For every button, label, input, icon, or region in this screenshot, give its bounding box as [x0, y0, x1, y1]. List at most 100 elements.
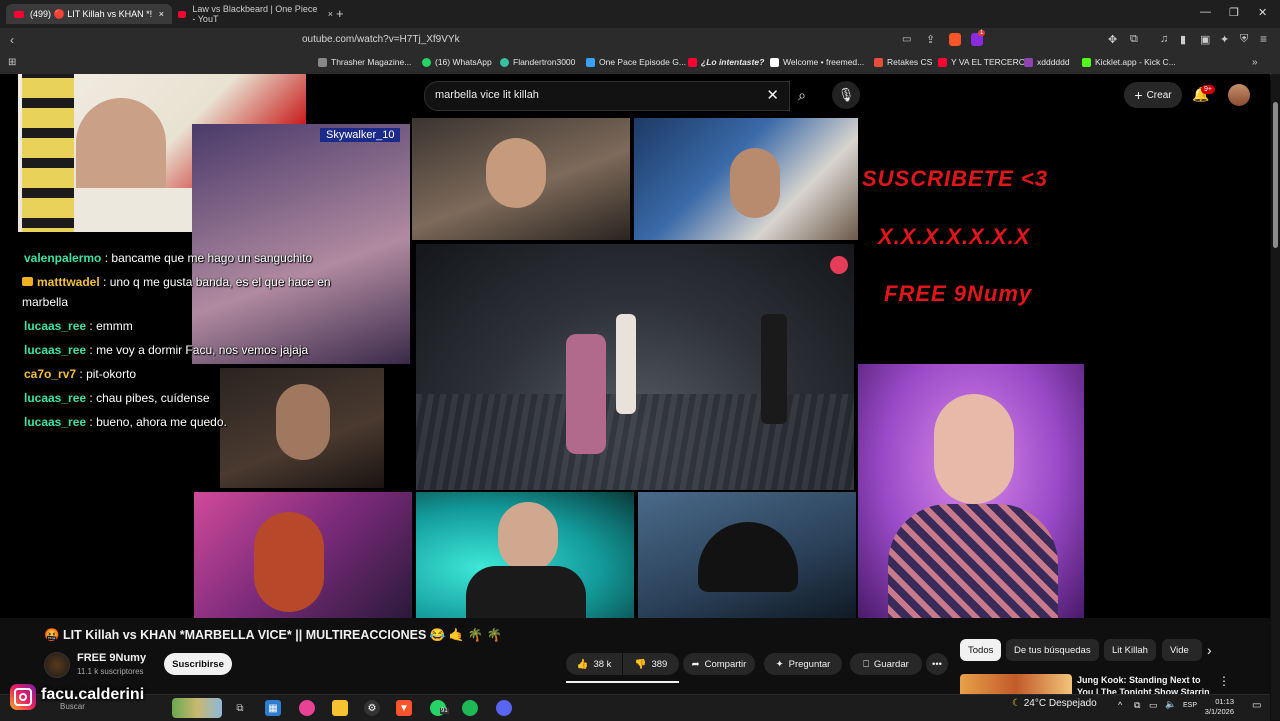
chat-message: lucaas_ree : bueno, ahora me quedo.	[24, 415, 227, 429]
ask-button[interactable]: ✦ Preguntar	[764, 653, 842, 675]
create-button[interactable]: + Crear	[1124, 82, 1182, 108]
bookmark-item[interactable]: Kicklet.app - Kick C...	[1082, 57, 1176, 67]
reactor-cam	[220, 368, 384, 488]
more-icon: •••	[932, 658, 942, 670]
channel-name[interactable]: FREE 9Numy	[77, 652, 146, 664]
reactor-cam: Skywalker_10	[192, 124, 410, 364]
dislike-button[interactable]: 👎 389	[623, 653, 679, 675]
chip-videos[interactable]: Vide	[1162, 639, 1202, 661]
language-indicator[interactable]: ESP	[1183, 702, 1197, 709]
subscriber-badge-icon	[22, 277, 33, 286]
notification-badge: 9+	[1201, 85, 1215, 94]
subscribe-button[interactable]: Suscribirse	[164, 653, 232, 675]
more-actions-button[interactable]: •••	[926, 653, 948, 675]
close-tab-icon[interactable]: ×	[328, 9, 333, 19]
ai-icon[interactable]: ✦	[1220, 33, 1229, 46]
taskbar-widget-image[interactable]	[172, 698, 222, 718]
chevron-right-icon[interactable]: ›	[1207, 642, 1212, 658]
network-icon[interactable]: ▭	[1149, 700, 1158, 711]
chip-lit-killah[interactable]: Lit Killah	[1104, 639, 1156, 661]
shirt-shape	[888, 504, 1058, 618]
screenshot-icon[interactable]: ⧉	[1130, 33, 1138, 46]
share-button[interactable]: ➦ Compartir	[683, 653, 755, 675]
hair-shape	[254, 512, 324, 612]
search-icon[interactable]: ⌕	[788, 81, 816, 109]
tab-inactive[interactable]: Law vs Blackbeard | One Piece - YouT ×	[170, 4, 341, 24]
search-input[interactable]: marbella vice lit killah	[435, 89, 539, 101]
chip-from-searches[interactable]: De tus búsquedas	[1006, 639, 1099, 661]
spotify-icon[interactable]	[462, 700, 478, 716]
bookmark-item[interactable]: Retakes CS	[874, 57, 932, 67]
youtube-icon	[688, 57, 697, 67]
bookmark-item[interactable]: Flandertron3000	[500, 57, 575, 67]
channel-avatar[interactable]	[44, 652, 70, 678]
discord-icon[interactable]	[496, 700, 512, 716]
logo-icon	[830, 256, 848, 274]
new-tab-icon[interactable]: +	[336, 6, 344, 21]
puzzle-icon[interactable]: ✥	[1108, 33, 1117, 46]
bookmark-item[interactable]: (16) WhatsApp	[422, 57, 492, 67]
more-vert-icon[interactable]: ⋮	[1218, 674, 1230, 688]
microphone-icon[interactable]: 🎙	[832, 81, 860, 109]
video-player[interactable]: Skywalker_10 SUSCRIBETE <3 X.X.X.X.X.X.X…	[0, 74, 1270, 618]
steam-icon[interactable]: ⚙	[364, 700, 380, 716]
whatsapp-icon	[422, 57, 431, 67]
cast-icon[interactable]: ▭	[902, 34, 911, 45]
wallet-icon[interactable]: ▣	[1200, 33, 1210, 46]
bookmark-icon	[500, 57, 509, 67]
character-shape	[761, 314, 787, 424]
vpn-icon[interactable]: ⛨	[1240, 33, 1248, 46]
like-button[interactable]: 👍 38 k	[566, 653, 622, 675]
app-icon[interactable]	[299, 700, 315, 716]
back-icon[interactable]: ‹	[10, 33, 14, 47]
weather-widget[interactable]: ☾ 24°C Despejado	[1012, 698, 1097, 709]
store-icon[interactable]: ▦	[265, 700, 281, 716]
menu-icon[interactable]: ≡	[1260, 32, 1267, 46]
brave-shield-icon[interactable]	[949, 33, 961, 46]
chip-all[interactable]: Todos	[960, 639, 1002, 661]
chat-message: lucaas_ree : chau pibes, cuídense	[24, 391, 210, 405]
address-bar: ‹ outube.com/watch?v=H7Tj_Xf9VYk ▭ ⇪ 1 ✥…	[0, 28, 1280, 54]
close-tab-icon[interactable]: ×	[159, 9, 164, 19]
bookmark-item[interactable]: One Pace Episode G...	[586, 57, 686, 67]
brave-icon[interactable]: ▼	[396, 700, 412, 716]
overlay-text: SUSCRIBETE <3	[862, 166, 1048, 191]
tray-app-icon[interactable]: ⧉	[1134, 700, 1140, 711]
face-shape	[498, 502, 558, 572]
url-field[interactable]: outube.com/watch?v=H7Tj_Xf9VYk	[302, 34, 460, 45]
clear-search-icon[interactable]: ✕	[766, 86, 779, 104]
close-window-icon[interactable]: ✕	[1258, 6, 1267, 19]
tray-chevron-icon[interactable]: ^	[1118, 700, 1122, 710]
minimize-icon[interactable]: —	[1200, 6, 1211, 18]
bookmark-item[interactable]: Thrasher Magazine...	[318, 57, 411, 67]
tab-title: Law vs Blackbeard | One Piece - YouT	[192, 4, 318, 24]
sparkle-icon: ✦	[775, 658, 784, 670]
bookmark-item[interactable]: ¿Lo intentaste?	[688, 57, 764, 67]
media-icon[interactable]: ♫	[1160, 33, 1168, 45]
clock[interactable]: 01:13 3/1/2026	[1204, 697, 1234, 717]
bookmarks-overflow-icon[interactable]: »	[1252, 57, 1258, 68]
notifications-icon[interactable]: ▭	[1252, 700, 1261, 711]
reactor-cam	[634, 118, 858, 240]
folder-icon[interactable]	[332, 700, 348, 716]
account-avatar[interactable]	[1228, 84, 1250, 106]
apps-icon[interactable]: ⊞	[8, 57, 16, 68]
restore-icon[interactable]: ❐	[1229, 6, 1239, 19]
plus-icon: +	[1134, 87, 1143, 103]
share-icon[interactable]: ⇪	[926, 33, 935, 46]
like-ratio-bar	[566, 681, 679, 683]
overlay-text: FREE 9Numy	[884, 281, 1033, 306]
bookmark-icon	[586, 57, 595, 67]
task-view-icon[interactable]: ⧉	[232, 700, 248, 716]
face-shape	[730, 148, 780, 218]
sidebar-icon[interactable]: ▮	[1180, 33, 1186, 46]
bookmark-item[interactable]: xdddddd	[1024, 57, 1070, 67]
search-box[interactable]: marbella vice lit killah ✕	[424, 81, 790, 111]
tab-active[interactable]: (499) 🔴 LIT Killah vs KHAN *! ×	[6, 4, 172, 24]
watermark-handle: facu.calderini	[41, 686, 145, 703]
save-button[interactable]: ⎕ Guardar	[850, 653, 922, 675]
scrollbar-thumb[interactable]	[1273, 102, 1278, 248]
bookmark-item[interactable]: Y VA EL TERCERO	[938, 57, 1025, 67]
bookmark-item[interactable]: Welcome • freemed...	[770, 57, 864, 67]
volume-icon[interactable]: 🔈	[1165, 699, 1176, 710]
